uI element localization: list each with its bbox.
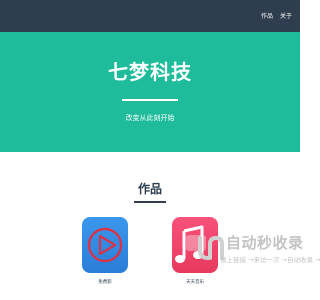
hero-title: 七梦科技 (108, 60, 192, 84)
watermark-text: 自动秒收录 (226, 234, 304, 252)
hero-subtitle: 改变从此刻开始 (125, 114, 175, 122)
video-play-icon[interactable] (82, 217, 128, 273)
app-label-music: 天天音乐 (186, 280, 204, 285)
works-section-title: 作品 (137, 182, 162, 196)
app-label-video: 免费影 (98, 280, 112, 285)
hero-banner: 七梦科技 改变从此刻开始 (0, 32, 300, 152)
works-section-divider (134, 201, 166, 203)
watermark-subtext: 做上链接 →来访一次 →自动收录 → (220, 256, 320, 264)
hero-divider (122, 99, 178, 101)
nav-item-works[interactable]: 作品 (261, 13, 273, 20)
top-navbar: 作品 关于 (0, 0, 300, 32)
nav-item-about[interactable]: 关于 (280, 13, 292, 20)
watermark-overlay: 自动秒收录 做上链接 →来访一次 →自动收录 → (190, 230, 320, 275)
